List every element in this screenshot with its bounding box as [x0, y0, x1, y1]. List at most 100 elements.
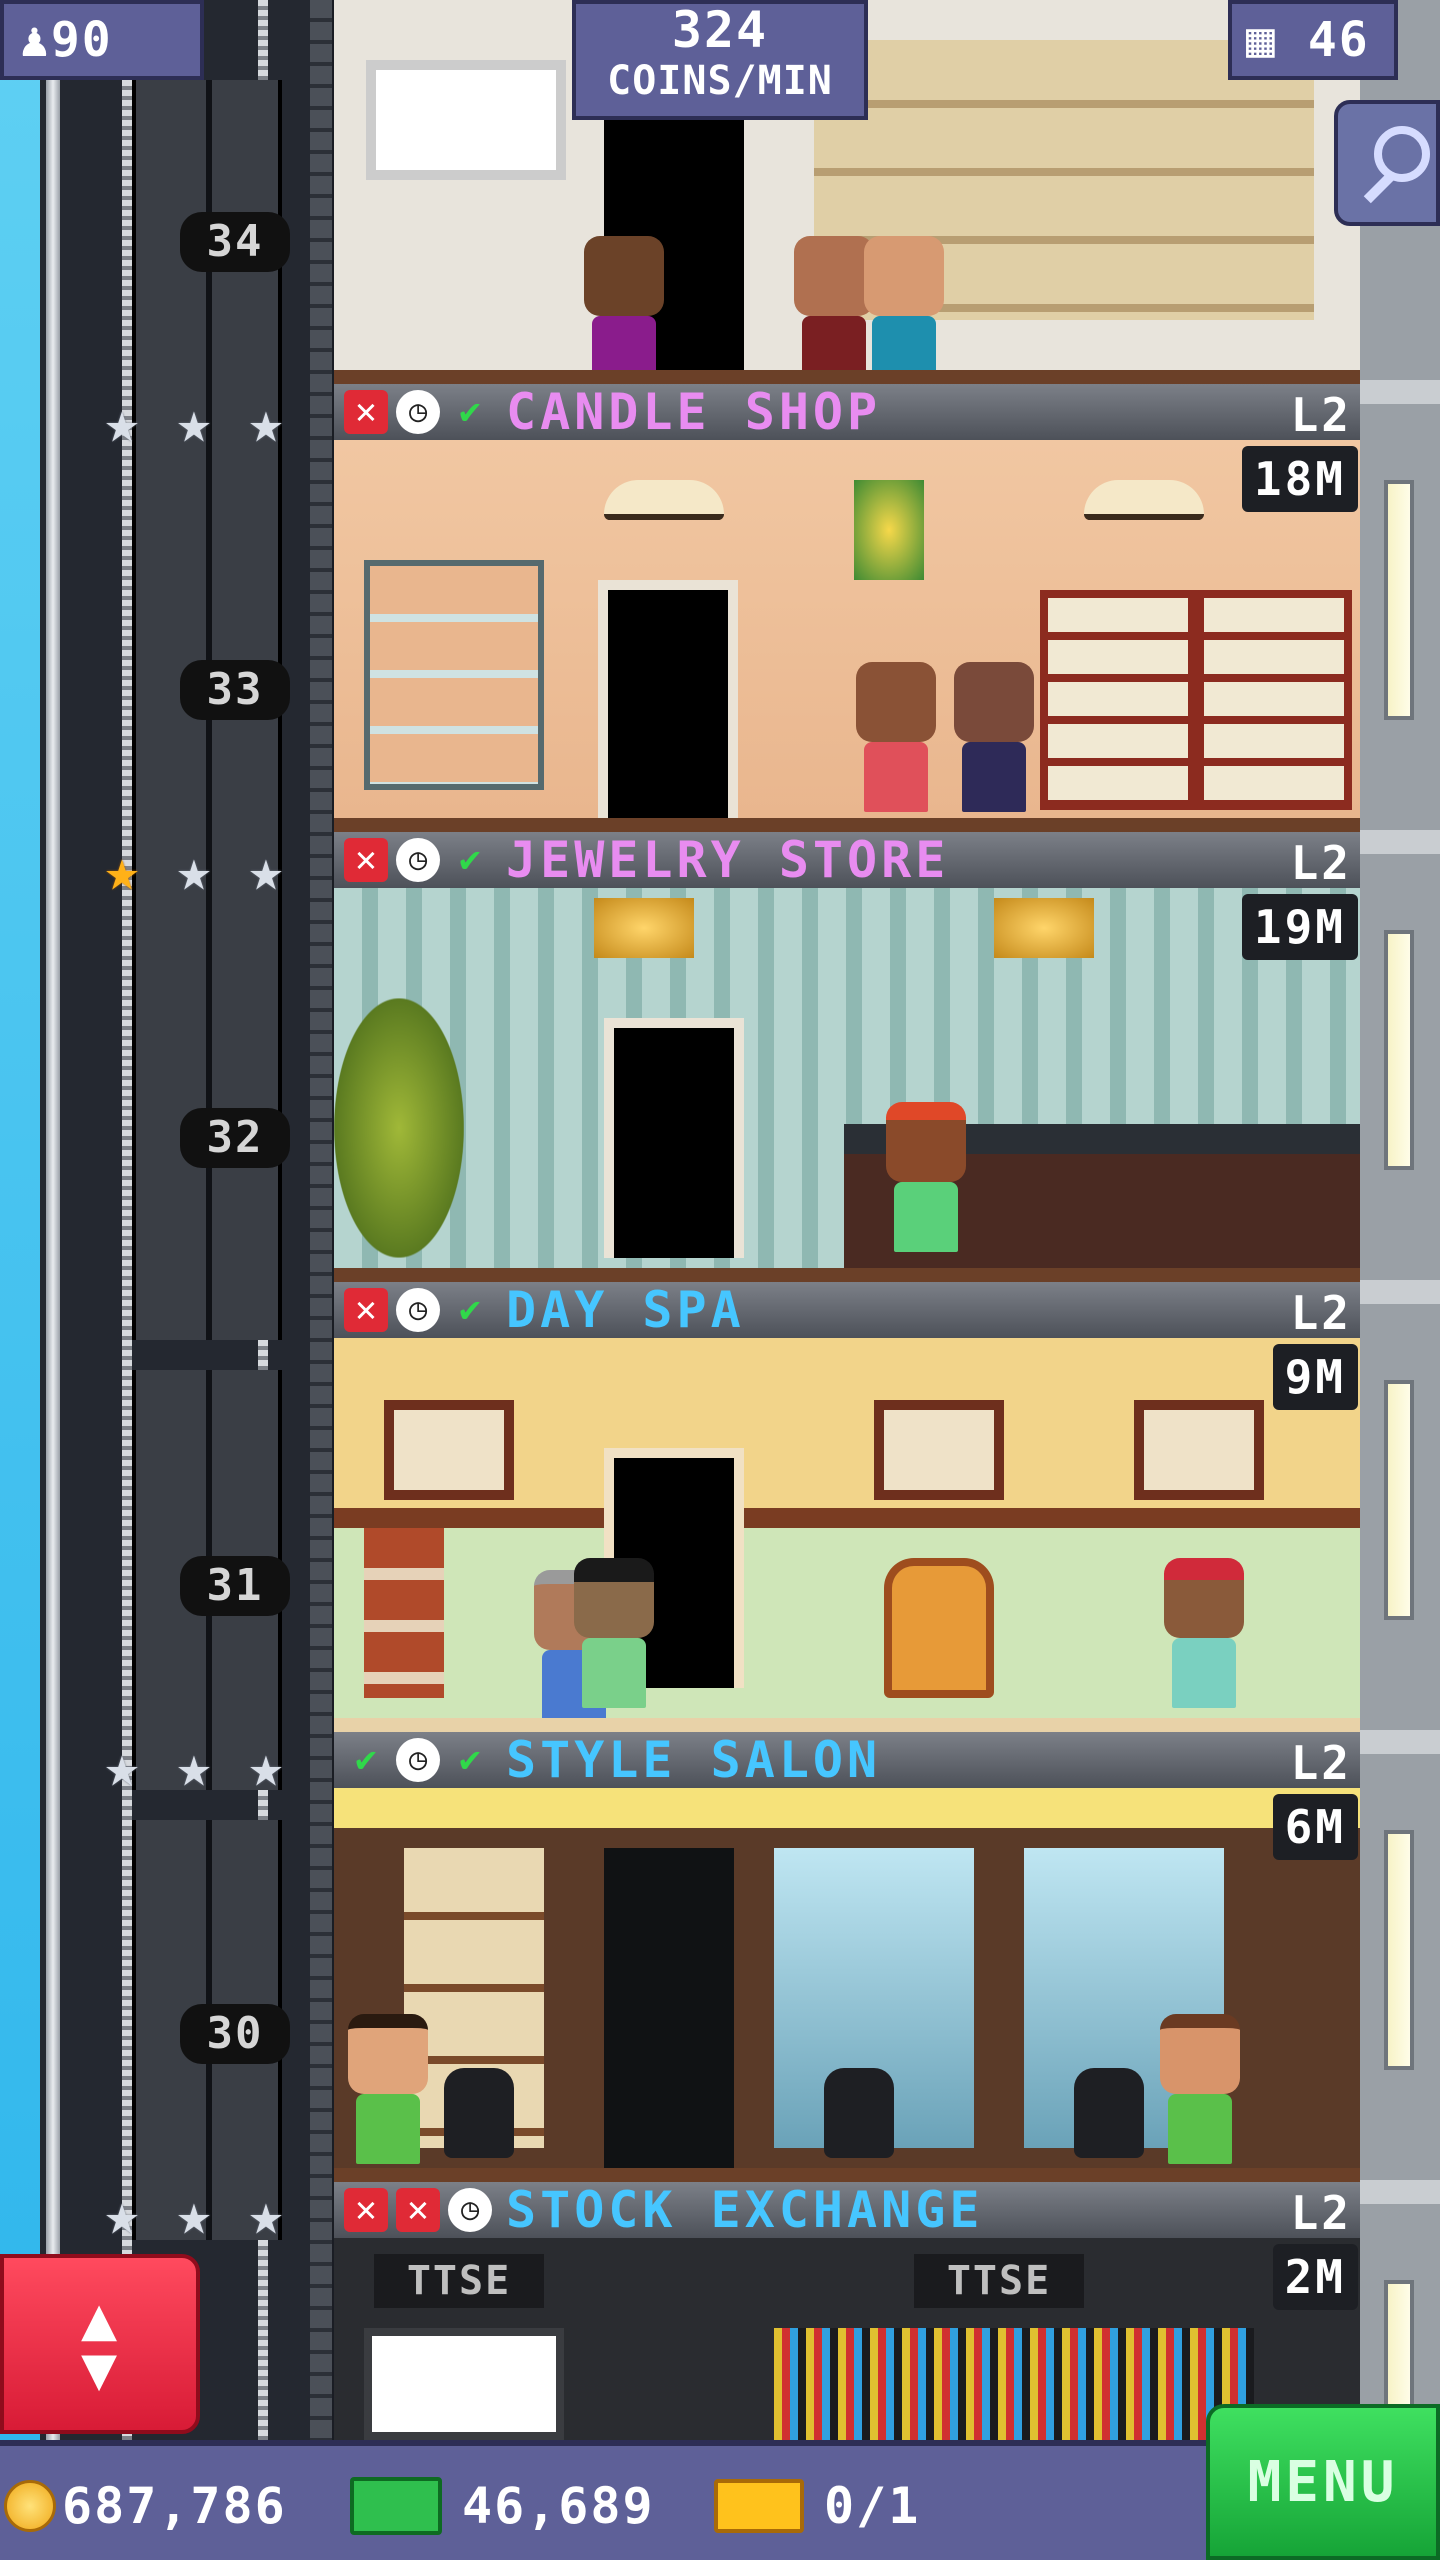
building-icon: ▦	[1246, 12, 1277, 68]
floor-count-counter[interactable]: ▦ 46	[1228, 0, 1398, 80]
silver-star-icon: ★	[248, 2180, 284, 2248]
ceiling-light-strip	[334, 1788, 1360, 1828]
ceiling-lamp	[1084, 480, 1204, 520]
floor-header: ✕ ✕ ◷ STOCK EXCHANGE L2	[334, 2182, 1360, 2240]
ticker-sign: TTSE	[374, 2254, 544, 2308]
bitizen[interactable]	[886, 1102, 966, 1252]
floor-price-tag: 9M	[1272, 1344, 1358, 1410]
floor-jewelry-store[interactable]: ✕ ◷ ✔ JEWELRY STORE L2 19M	[334, 832, 1360, 1282]
bitizen[interactable]	[584, 236, 664, 384]
floor-number-label: 34	[180, 212, 290, 272]
silver-star-icon: ★	[176, 2180, 212, 2248]
bitizen[interactable]	[348, 2014, 428, 2164]
menu-button[interactable]: MENU	[1206, 2404, 1440, 2560]
up-down-arrows-icon: ▲ ▼	[80, 2284, 118, 2404]
silver-star-icon: ★	[104, 388, 140, 456]
floor-header: ✕ ◷ ✔ DAY SPA L2	[334, 1282, 1360, 1340]
window	[1384, 930, 1414, 1170]
flower-vase	[854, 480, 924, 580]
potted-plant	[334, 998, 464, 1258]
floor-name: CANDLE SHOP	[506, 384, 882, 441]
silver-star-icon: ★	[104, 2180, 140, 2248]
floor-price-tag: 6M	[1272, 1794, 1358, 1860]
shaft-rail-left	[46, 0, 60, 2440]
floor-stars: ★ ★ ★	[92, 392, 296, 452]
floor-number-label: 30	[180, 2004, 290, 2064]
chandelier	[594, 898, 694, 958]
candle-shelf	[1196, 590, 1352, 810]
floor-level: L2	[1290, 836, 1352, 890]
gold-star-icon: ★	[104, 836, 140, 904]
wall-painting	[1134, 1400, 1264, 1500]
floor-level: L2	[1290, 1736, 1352, 1790]
coins-per-minute-label: COINS/MIN	[607, 58, 833, 104]
floor-number-label: 33	[180, 660, 290, 720]
population-counter[interactable]: ♟90	[0, 0, 204, 80]
elevator-shaft[interactable]: 34 33 32 31 30	[40, 0, 332, 2440]
bitizen[interactable]	[1164, 1558, 1244, 1708]
bitizen[interactable]	[794, 236, 874, 384]
check-icon: ✔	[459, 839, 481, 880]
sky-background	[0, 0, 40, 2440]
back-hallway	[604, 1848, 734, 2168]
shaft-track	[310, 0, 332, 2440]
clock-icon: ◷	[396, 1288, 440, 1332]
towel-shelf	[364, 1528, 444, 1698]
floor-header: ✕ ◷ ✔ CANDLE SHOP L2	[334, 384, 1360, 442]
tickets-balance[interactable]: 0/1	[714, 2476, 920, 2536]
check-icon: ✔	[459, 391, 481, 432]
floor-header: ✔ ◷ ✔ STYLE SALON L2	[334, 1732, 1360, 1790]
bitizen[interactable]	[954, 662, 1034, 812]
window	[1384, 1830, 1414, 2070]
floor-price-tag: 19M	[1241, 894, 1358, 960]
silver-star-icon: ★	[176, 836, 212, 904]
floor-number-label: 32	[180, 1108, 290, 1168]
wall-poster	[366, 60, 566, 180]
bitizen-icon: ♟	[20, 12, 51, 68]
stock-ticker-wall	[774, 2328, 1254, 2440]
elevator-cable-left	[122, 0, 132, 2440]
bux-balance[interactable]: 46,689	[350, 2476, 655, 2536]
bitizen[interactable]	[574, 1558, 654, 1708]
zoom-button[interactable]	[1334, 100, 1440, 226]
clock-icon: ◷	[448, 2188, 492, 2232]
floor-style-salon[interactable]: ✔ ◷ ✔ STYLE SALON L2 6M	[334, 1732, 1360, 2182]
floor-price-tag: 2M	[1272, 2244, 1358, 2310]
silver-star-icon: ★	[248, 1732, 284, 1800]
check-icon: ✔	[459, 1739, 481, 1780]
building-right-wall	[1360, 0, 1440, 2520]
silver-star-icon: ★	[248, 836, 284, 904]
clock-icon: ◷	[396, 390, 440, 434]
check-icon: ✔	[459, 1289, 481, 1330]
coin-icon	[4, 2480, 56, 2532]
stock-empty-icon: ✕	[344, 838, 388, 882]
wall-painting	[874, 1400, 1004, 1500]
doorway	[604, 1018, 744, 1258]
check-icon: ✔	[355, 1739, 377, 1780]
floor-price-tag: 18M	[1241, 446, 1358, 512]
candle-shelf	[364, 560, 544, 790]
stock-empty-icon: ✕	[344, 1288, 388, 1332]
chandelier	[994, 898, 1094, 958]
bitizen[interactable]	[1160, 2014, 1240, 2164]
floor-candle-shop[interactable]: ✕ ◷ ✔ CANDLE SHOP L2 18M	[334, 384, 1360, 832]
bitizen[interactable]	[856, 662, 936, 812]
silver-star-icon: ★	[176, 388, 212, 456]
coins-balance[interactable]: 687,786	[4, 2476, 287, 2536]
floor-name: STYLE SALON	[506, 1732, 882, 1789]
salon-chair	[824, 2068, 894, 2158]
floor-stars: ★ ★ ★	[92, 2184, 296, 2244]
coins-per-minute-value: 324	[671, 1, 769, 59]
golden-ticket-icon	[714, 2479, 804, 2533]
coins-per-minute-display: 324 COINS/MIN	[572, 0, 868, 120]
floor-day-spa[interactable]: ✕ ◷ ✔ DAY SPA L2 9M	[334, 1282, 1360, 1732]
bux-icon	[350, 2477, 442, 2535]
clock-icon: ◷	[396, 1738, 440, 1782]
stock-empty-icon: ✕	[344, 390, 388, 434]
elevator-button[interactable]: ▲ ▼	[0, 2254, 200, 2434]
floor-level: L2	[1290, 388, 1352, 442]
floor-name: DAY SPA	[506, 1282, 745, 1339]
window	[1384, 480, 1414, 720]
floor-stock-exchange[interactable]: ✕ ✕ ◷ STOCK EXCHANGE L2 TTSE TTSE 2M	[334, 2182, 1360, 2440]
bitizen[interactable]	[864, 236, 944, 384]
